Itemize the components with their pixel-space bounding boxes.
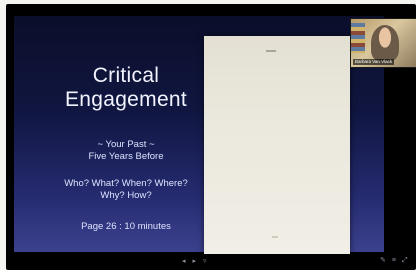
bookshelf-background <box>351 23 365 53</box>
play-icon[interactable]: ▸ <box>193 258 197 266</box>
next-slide-icon[interactable]: ▿ <box>203 258 207 266</box>
slide-questions: Who? What? When? Where? Why? How? <box>22 178 230 202</box>
slide-subtitle-line-2: Five Years Before <box>88 151 164 162</box>
menu-icon[interactable]: ≡ <box>392 257 396 265</box>
fullscreen-icon[interactable]: ⤢ <box>402 257 408 265</box>
participant-avatar <box>371 25 399 61</box>
page-footer-mark <box>272 236 278 238</box>
slide-questions-line-2: Why? How? <box>100 190 152 201</box>
participant-name-label: Barbara Van Vlack <box>353 59 395 65</box>
slide-subtitle: ~ Your Past ~ Five Years Before <box>22 139 230 163</box>
page-header-mark <box>266 50 276 52</box>
participant-video-tile[interactable]: Barbara Van Vlack <box>350 18 416 68</box>
slide-title: Critical Engagement <box>22 64 230 112</box>
slide-navigation-controls: ◂ ▸ ▿ <box>182 258 207 266</box>
previous-slide-icon[interactable]: ◂ <box>182 258 186 266</box>
pen-icon[interactable]: ✎ <box>380 257 386 265</box>
slide-text-panel: Critical Engagement ~ Your Past ~ Five Y… <box>22 16 230 252</box>
presentation-window: Critical Engagement ~ Your Past ~ Five Y… <box>6 4 416 270</box>
slide-questions-line-1: Who? What? When? Where? <box>64 178 188 189</box>
document-page-image <box>204 36 350 254</box>
slide-subtitle-line-1: ~ Your Past ~ <box>97 139 155 150</box>
slide-title-line-2: Engagement <box>64 88 188 111</box>
presentation-tool-controls: ✎ ≡ ⤢ <box>380 257 408 265</box>
slide-page-note: Page 26 : 10 minutes <box>81 221 171 232</box>
slide-title-line-1: Critical <box>92 64 160 87</box>
